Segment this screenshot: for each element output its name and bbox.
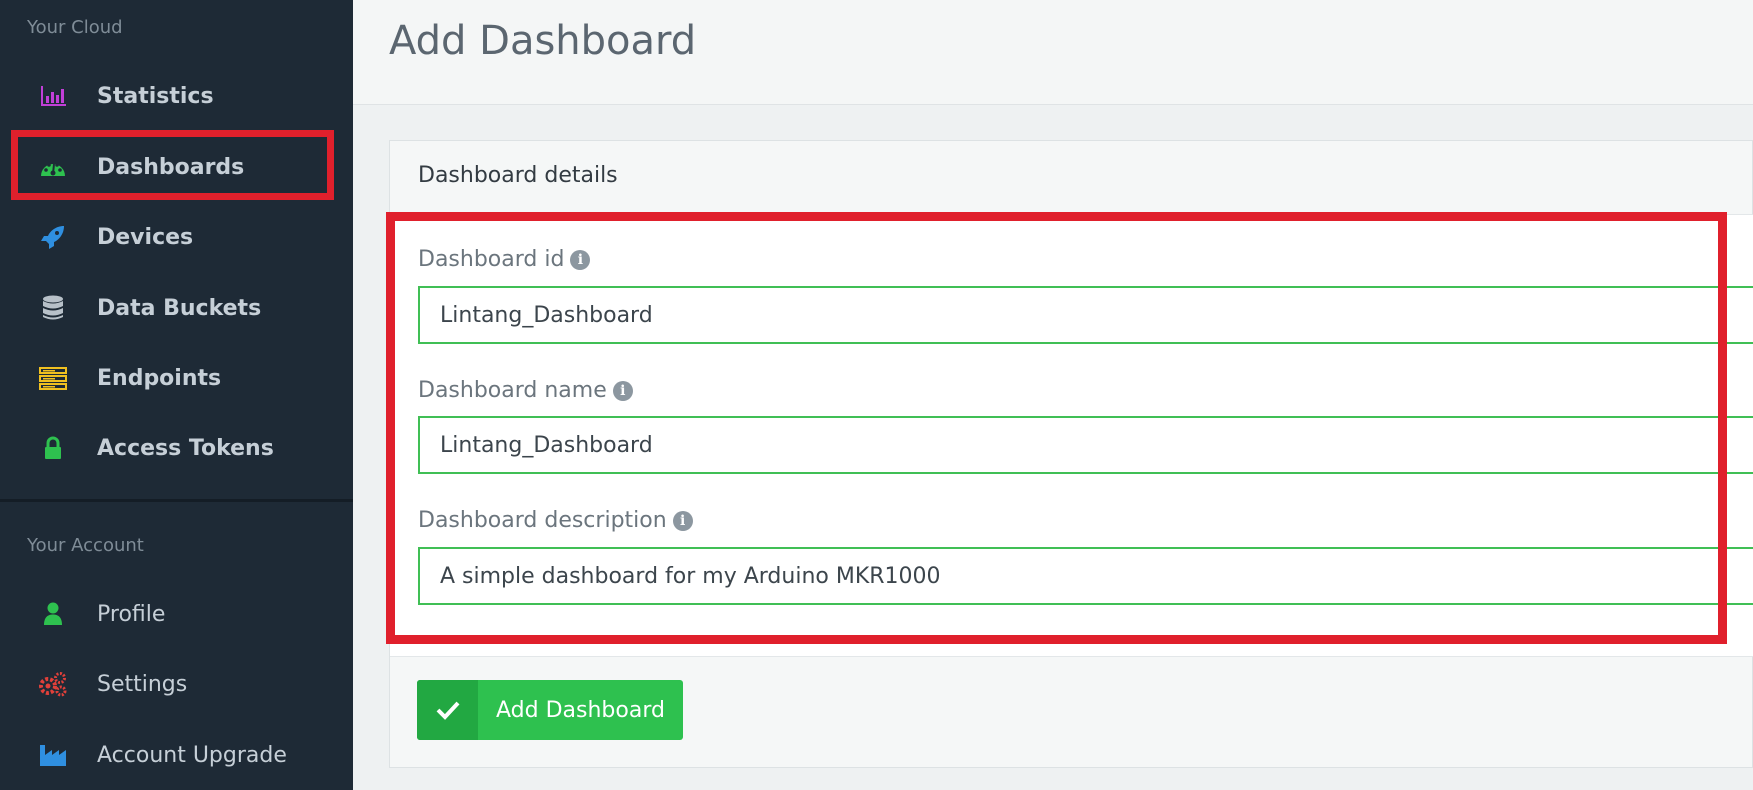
sidebar-item-endpoints[interactable]: Endpoints xyxy=(0,343,353,413)
sidebar-item-label: Profile xyxy=(97,601,166,627)
sidebar-item-devices[interactable]: Devices xyxy=(0,202,353,272)
lock-icon xyxy=(38,433,68,463)
sidebar-item-label: Access Tokens xyxy=(97,435,274,461)
industry-icon xyxy=(38,740,68,770)
add-dashboard-button[interactable]: Add Dashboard xyxy=(417,680,683,740)
sidebar-item-label: Endpoints xyxy=(97,365,222,391)
sidebar-item-account-upgrade[interactable]: Account Upgrade xyxy=(0,720,353,790)
database-icon xyxy=(38,293,68,323)
section-title-your-account: Your Account xyxy=(27,535,144,556)
highlight-box-dashboards xyxy=(11,130,334,200)
sidebar-item-statistics[interactable]: Statistics xyxy=(0,61,353,131)
bar-chart-icon xyxy=(38,81,68,111)
sidebar-item-access-tokens[interactable]: Access Tokens xyxy=(0,413,353,483)
page-header: Add Dashboard xyxy=(353,0,1753,105)
add-dashboard-button-label: Add Dashboard xyxy=(496,697,665,723)
user-icon xyxy=(38,599,68,629)
sidebar-item-label: Statistics xyxy=(97,83,214,109)
sidebar-item-label: Account Upgrade xyxy=(97,742,287,768)
sidebar-item-data-buckets[interactable]: Data Buckets xyxy=(0,273,353,343)
sidebar-divider xyxy=(0,499,353,502)
sidebar-item-profile[interactable]: Profile xyxy=(0,579,353,649)
sidebar-item-settings[interactable]: Settings xyxy=(0,649,353,719)
sidebar-item-label: Devices xyxy=(97,224,194,250)
sidebar-item-label: Data Buckets xyxy=(97,295,262,321)
gears-icon xyxy=(38,669,68,699)
rocket-icon xyxy=(38,222,68,252)
server-icon xyxy=(38,363,68,393)
panel-title: Dashboard details xyxy=(418,163,618,188)
sidebar: Your Cloud Statistics Dashboards Devices… xyxy=(0,0,353,790)
page-title: Add Dashboard xyxy=(389,18,697,64)
check-icon xyxy=(417,680,478,740)
section-title-your-cloud: Your Cloud xyxy=(27,17,123,38)
sidebar-item-label: Settings xyxy=(97,671,188,697)
highlight-box-form xyxy=(386,212,1727,644)
